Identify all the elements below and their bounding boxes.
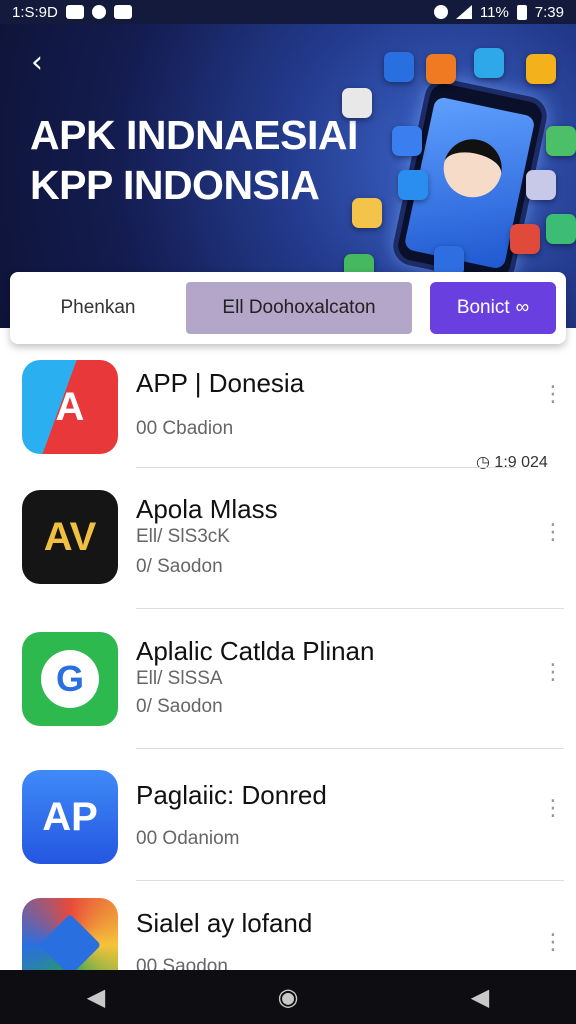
more-options-icon[interactable]: ⋮ [542,662,564,684]
app-icon: A [22,360,118,454]
app-icon: G [22,632,118,726]
app-meta: 0/ Saodon [136,556,223,577]
hero-title: APK INDNAESIAI KPP INDONSIA [30,110,358,210]
tab-bonict[interactable]: Bonict ∞ [430,282,556,334]
list-item[interactable]: AP Paglaiic: Donred 00 Odaniom ⋮ [0,748,576,881]
battery-percent: 11% [479,3,509,21]
signal-icon [455,5,472,19]
app-meta: 0/ Saodon [136,696,223,717]
floating-app-icon [384,52,414,82]
app-icon-glyph [38,913,102,970]
app-meta: Ell/ SlSSA [136,668,223,689]
home-nav-icon[interactable]: ◉ [264,977,312,1017]
app-icon-glyph: A [55,384,85,429]
status-time-right: 7:39 [534,3,564,21]
notification-icon [65,5,84,19]
list-item[interactable]: AV Apola Mlass Ell/ SlS3cK 0/ Saodon ⋮ [0,468,576,609]
status-bar: 1:S:9D 11% 7:39 [0,0,576,24]
app-name: Sialel ay lofand [136,908,313,938]
app-notification-icon [91,5,106,19]
back-nav-icon[interactable]: ◀ [72,977,120,1017]
floating-app-icon [342,88,372,118]
link-icon: ∞ [515,297,530,318]
floating-app-icon [426,54,456,84]
chevron-left-icon[interactable]: ‹ [20,46,54,80]
floating-app-icon [526,170,556,200]
app-icon [22,898,118,970]
floating-app-icon [352,198,382,228]
list-item[interactable]: G Aplalic Catlda Plinan Ell/ SlSSA 0/ Sa… [0,608,576,749]
recents-nav-icon[interactable]: ◀ [456,977,504,1017]
status-left: 1:S:9D [12,4,132,21]
app-icon-glyph: G [41,650,99,708]
app-icon: AV [22,490,118,584]
floating-app-icon [510,224,540,254]
battery-icon [516,4,527,20]
app-icon: AP [22,770,118,864]
list-item[interactable]: Sialel ay lofand 00 Saodon ⋮ [0,880,576,970]
tab-doohoxalcaton[interactable]: Ell Doohoxalcaton [186,282,412,334]
app-meta: 00 Odaniom [136,828,240,849]
app-name: Paglaiic: Donred [136,780,327,810]
app-meta: Ell/ SlS3cK [136,526,230,547]
app-meta: 00 Saodon [136,956,228,970]
floating-app-icon [474,48,504,78]
status-right: 11% 7:39 [433,3,564,21]
more-options-icon[interactable]: ⋮ [542,522,564,544]
hero-title-line2: KPP INDONSIA [30,162,320,208]
floating-app-icon [392,126,422,156]
floating-app-icon [398,170,428,200]
character-face-illustration [438,133,508,203]
floating-app-icon [546,126,576,156]
tab-bonict-label: Bonict [456,297,510,318]
app-list: A APP | Donesia 00 Cbadion ⋮ ◷ 1:9 024 A… [0,344,576,970]
app-meta: 00 Cbadion [136,418,234,439]
more-options-icon[interactable]: ⋮ [542,932,564,954]
list-item[interactable]: A APP | Donesia 00 Cbadion ⋮ ◷ 1:9 024 [0,344,576,471]
app-name: Apola Mlass [136,494,278,524]
app-name: APP | Donesia [136,368,305,398]
hero-title-line1: APK INDNAESIAI [30,112,358,158]
app-icon-glyph: AP [42,794,98,839]
app-name: Aplalic Catlda Plinan [136,636,375,666]
category-tab-bar: Phenkan Ell Doohoxalcaton Bonict ∞ [10,272,566,344]
status-time-left: 1:S:9D [12,3,58,21]
app-icon-glyph: AV [43,514,97,559]
alarm-icon [433,5,448,19]
system-navigation-bar: ◀ ◉ ◀ [0,970,576,1024]
tab-phenkan[interactable]: Phenkan [20,282,176,334]
floating-app-icon [526,54,556,84]
more-options-icon[interactable]: ⋮ [542,384,564,406]
more-options-icon[interactable]: ⋮ [542,798,564,820]
gallery-notification-icon [113,5,132,19]
floating-app-icon [546,214,576,244]
